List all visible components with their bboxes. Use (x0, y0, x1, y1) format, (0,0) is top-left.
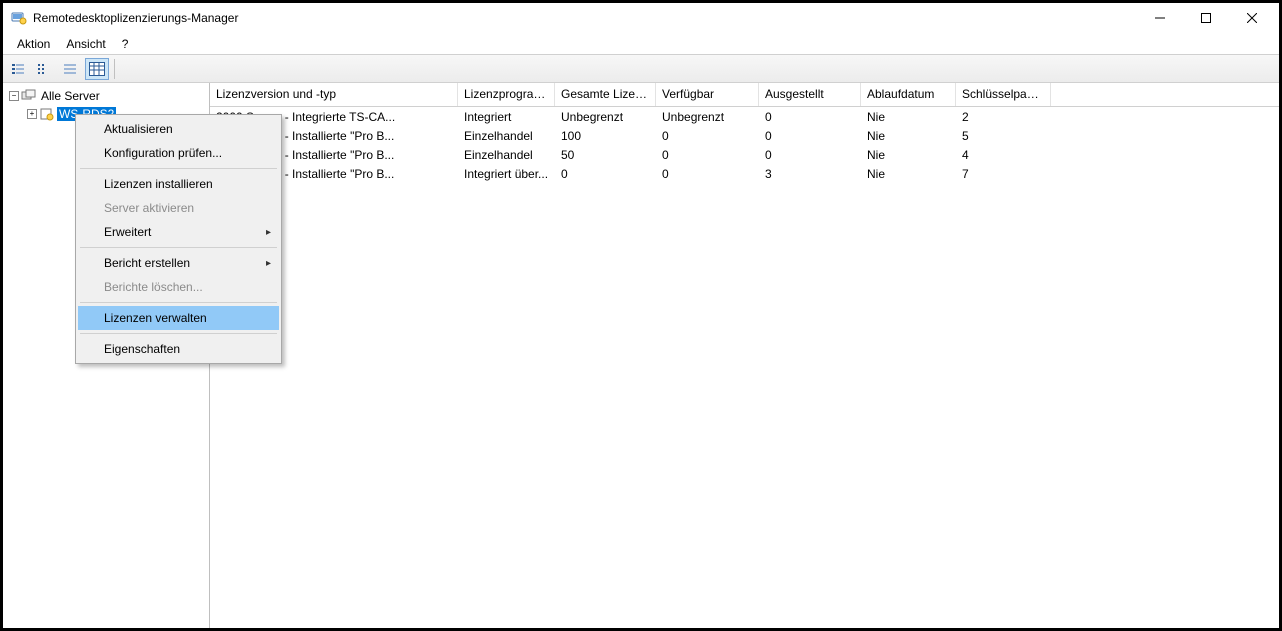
list-row[interactable]: Server 2019 - Installierte "Pro B... Int… (210, 164, 1279, 183)
titlebar: Remotedesktoplizenzierungs-Manager (3, 3, 1279, 33)
cm-advanced[interactable]: Erweitert (78, 220, 279, 244)
cell-available: 0 (656, 129, 759, 143)
list-row[interactable]: Server 2012 - Installierte "Pro B... Ein… (210, 126, 1279, 145)
cell-issued: 3 (759, 167, 861, 181)
col-program[interactable]: Lizenzprogram... (458, 83, 555, 106)
server-icon (39, 107, 55, 121)
cell-total: 100 (555, 129, 656, 143)
cm-delete-reports: Berichte löschen... (78, 275, 279, 299)
cm-manage-licenses[interactable]: Lizenzen verwalten (78, 306, 279, 330)
cell-keypack: 2 (956, 110, 1051, 124)
cell-total: Unbegrenzt (555, 110, 656, 124)
cell-issued: 0 (759, 110, 861, 124)
toolbar-btn-3[interactable] (59, 58, 83, 80)
cm-create-report[interactable]: Bericht erstellen (78, 251, 279, 275)
list-row[interactable]: Server 2016 - Installierte "Pro B... Ein… (210, 145, 1279, 164)
cell-program: Einzelhandel (458, 148, 555, 162)
menu-ansicht[interactable]: Ansicht (58, 35, 113, 53)
cell-total: 50 (555, 148, 656, 162)
cell-program: Integriert (458, 110, 555, 124)
cell-issued: 0 (759, 129, 861, 143)
collapse-icon[interactable]: − (9, 91, 19, 101)
cm-separator (80, 333, 277, 334)
toolbar (3, 55, 1279, 83)
expand-icon[interactable]: + (27, 109, 37, 119)
cell-expiry: Nie (861, 110, 956, 124)
col-available[interactable]: Verfügbar (656, 83, 759, 106)
toolbar-separator (114, 59, 115, 79)
cell-available: 0 (656, 167, 759, 181)
cm-properties[interactable]: Eigenschaften (78, 337, 279, 361)
cell-program: Einzelhandel (458, 129, 555, 143)
minimize-button[interactable] (1137, 4, 1183, 32)
toolbar-btn-1[interactable] (7, 58, 31, 80)
list-body: 2000 Server - Integrierte TS-CA... Integ… (210, 107, 1279, 183)
menu-aktion[interactable]: Aktion (9, 35, 58, 53)
col-expiry[interactable]: Ablaufdatum (861, 83, 956, 106)
cell-program: Integriert über... (458, 167, 555, 181)
cell-keypack: 7 (956, 167, 1051, 181)
col-issued[interactable]: Ausgestellt (759, 83, 861, 106)
menu-help[interactable]: ? (114, 35, 137, 53)
window-title: Remotedesktoplizenzierungs-Manager (33, 11, 1137, 25)
toolbar-btn-2[interactable] (33, 58, 57, 80)
context-menu: Aktualisieren Konfiguration prüfen... Li… (75, 114, 282, 364)
cell-expiry: Nie (861, 148, 956, 162)
cm-activate-server: Server aktivieren (78, 196, 279, 220)
cell-issued: 0 (759, 148, 861, 162)
cm-refresh[interactable]: Aktualisieren (78, 117, 279, 141)
toolbar-btn-4[interactable] (85, 58, 109, 80)
cell-available: Unbegrenzt (656, 110, 759, 124)
list-pane: Lizenzversion und -typ Lizenzprogram... … (210, 83, 1279, 628)
maximize-button[interactable] (1183, 4, 1229, 32)
cm-install-licenses[interactable]: Lizenzen installieren (78, 172, 279, 196)
app-window: Remotedesktoplizenzierungs-Manager Aktio… (0, 0, 1282, 631)
col-version[interactable]: Lizenzversion und -typ (210, 83, 458, 106)
window-controls (1137, 4, 1275, 32)
cell-keypack: 4 (956, 148, 1051, 162)
cm-separator (80, 302, 277, 303)
cell-available: 0 (656, 148, 759, 162)
menubar: Aktion Ansicht ? (3, 33, 1279, 55)
cell-expiry: Nie (861, 167, 956, 181)
cm-separator (80, 247, 277, 248)
list-header: Lizenzversion und -typ Lizenzprogram... … (210, 83, 1279, 107)
cm-separator (80, 168, 277, 169)
app-icon (11, 10, 27, 26)
servers-icon (21, 89, 37, 103)
close-button[interactable] (1229, 4, 1275, 32)
list-row[interactable]: 2000 Server - Integrierte TS-CA... Integ… (210, 107, 1279, 126)
cell-total: 0 (555, 167, 656, 181)
col-keypack[interactable]: Schlüsselpaket... (956, 83, 1051, 106)
tree-root-row[interactable]: − Alle Server (5, 87, 207, 105)
tree-root-label: Alle Server (39, 89, 102, 103)
col-total[interactable]: Gesamte Lizen... (555, 83, 656, 106)
cm-check-config[interactable]: Konfiguration prüfen... (78, 141, 279, 165)
cell-expiry: Nie (861, 129, 956, 143)
cell-keypack: 5 (956, 129, 1051, 143)
